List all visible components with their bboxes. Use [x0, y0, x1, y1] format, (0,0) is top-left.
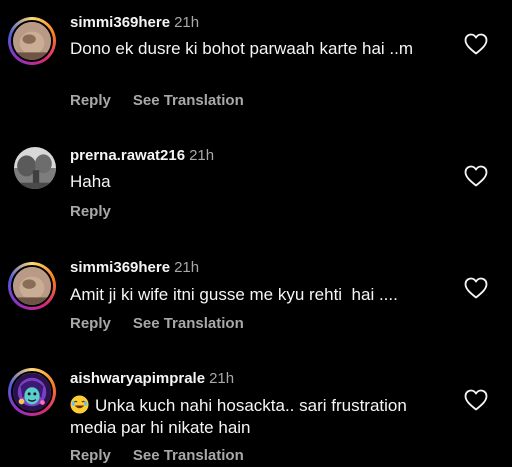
like-heart-icon[interactable]	[464, 33, 488, 55]
reply-button[interactable]: Reply	[70, 92, 111, 109]
user-illustration-avatar-icon	[13, 373, 51, 411]
user-photo-avatar-icon	[13, 22, 51, 60]
laughing-emoji-icon	[70, 395, 89, 414]
like-heart-icon[interactable]	[464, 389, 488, 411]
username-link[interactable]: simmi369here	[70, 14, 170, 31]
comment-actions: Reply See Translation	[70, 447, 266, 464]
comment-actions: Reply See Translation	[70, 315, 266, 332]
timestamp: 21h	[209, 370, 235, 387]
comment-actions: Reply See Translation	[70, 92, 266, 109]
user-photo-avatar-icon	[14, 147, 56, 189]
comment-header: aishwaryapimprale 21h	[70, 370, 234, 387]
avatar[interactable]	[8, 368, 56, 416]
comment-text-content: Unka kuch nahi hosackta.. sari frustrati…	[70, 396, 407, 437]
comment-actions: Reply	[70, 203, 133, 220]
comment-header: simmi369here 21h	[70, 259, 199, 276]
username-link[interactable]: prerna.rawat216	[70, 147, 185, 164]
comment-text: Unka kuch nahi hosackta.. sari frustrati…	[70, 395, 450, 439]
see-translation-button[interactable]: See Translation	[133, 315, 244, 332]
see-translation-button[interactable]: See Translation	[133, 447, 244, 464]
avatar[interactable]	[8, 17, 56, 65]
timestamp: 21h	[174, 14, 200, 31]
username-link[interactable]: aishwaryapimprale	[70, 370, 205, 387]
reply-button[interactable]: Reply	[70, 203, 111, 220]
reply-button[interactable]: Reply	[70, 315, 111, 332]
like-heart-icon[interactable]	[464, 277, 488, 299]
see-translation-button[interactable]: See Translation	[133, 92, 244, 109]
comment-text: Amit ji ki wife itni gusse me kyu rehti …	[70, 285, 398, 304]
comment-header: simmi369here 21h	[70, 14, 199, 31]
avatar[interactable]	[8, 262, 56, 310]
username-link[interactable]: simmi369here	[70, 259, 170, 276]
timestamp: 21h	[174, 259, 200, 276]
reply-button[interactable]: Reply	[70, 447, 111, 464]
user-photo-avatar-icon	[13, 267, 51, 305]
comment-header: prerna.rawat216 21h	[70, 147, 214, 164]
comment-text: Haha	[70, 172, 111, 191]
avatar[interactable]	[14, 147, 56, 189]
timestamp: 21h	[189, 147, 215, 164]
like-heart-icon[interactable]	[464, 165, 488, 187]
comment-text: Dono ek dusre ki bohot parwaah karte hai…	[70, 39, 414, 58]
